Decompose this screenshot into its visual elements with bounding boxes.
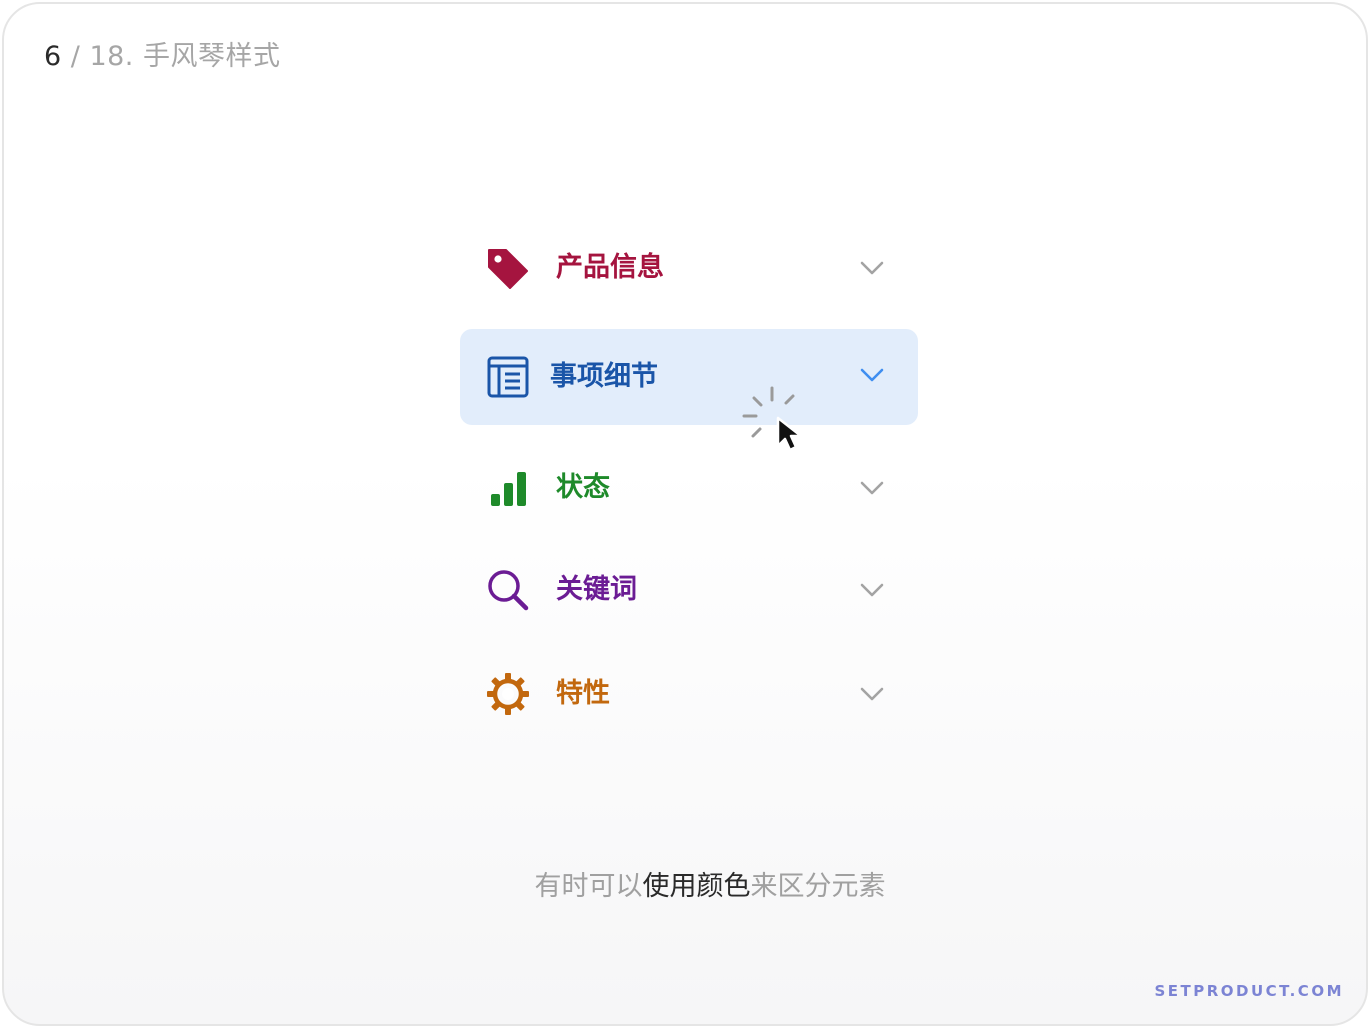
accordion-item-item-details[interactable]: 事项细节 (460, 329, 918, 425)
caption-text-after: 来区分元素 (750, 871, 886, 902)
slide-title: / 18. 手风琴样式 (61, 41, 281, 72)
accordion-item-label: 关键词 (556, 574, 637, 605)
click-cursor-icon (742, 384, 814, 454)
chevron-down-icon[interactable] (860, 256, 884, 280)
chevron-down-icon[interactable] (860, 578, 884, 602)
accordion-item-product-info[interactable]: 产品信息 (460, 220, 918, 316)
slide-frame: 6 / 18. 手风琴样式 产品信息 事项细节 状态 关键词 特性 有时可以使用… (2, 2, 1368, 1026)
caption-highlight: 使用颜色 (642, 871, 751, 902)
chevron-down-icon[interactable] (860, 363, 884, 387)
slide-counter: 6 / 18. 手风琴样式 (44, 34, 280, 73)
slide-number: 6 (44, 41, 62, 72)
accordion-item-status[interactable]: 状态 (460, 440, 918, 536)
caption: 有时可以使用颜色来区分元素 (4, 864, 1366, 903)
chevron-down-icon[interactable] (860, 682, 884, 706)
search-icon (486, 568, 530, 612)
article-icon (486, 355, 530, 399)
bar-chart-icon (486, 466, 530, 510)
brand-watermark: SETPRODUCT.COM (1154, 982, 1344, 1000)
accordion-item-label: 特性 (556, 678, 610, 709)
accordion-item-features[interactable]: 特性 (460, 646, 918, 742)
chevron-down-icon[interactable] (860, 476, 884, 500)
accordion-item-keywords[interactable]: 关键词 (460, 542, 918, 638)
caption-text-before: 有时可以 (534, 871, 643, 902)
tag-icon (486, 246, 530, 290)
accordion-item-label: 产品信息 (556, 252, 664, 283)
accordion-item-label: 事项细节 (550, 361, 658, 392)
gear-icon (486, 672, 530, 716)
accordion-item-label: 状态 (556, 472, 610, 503)
